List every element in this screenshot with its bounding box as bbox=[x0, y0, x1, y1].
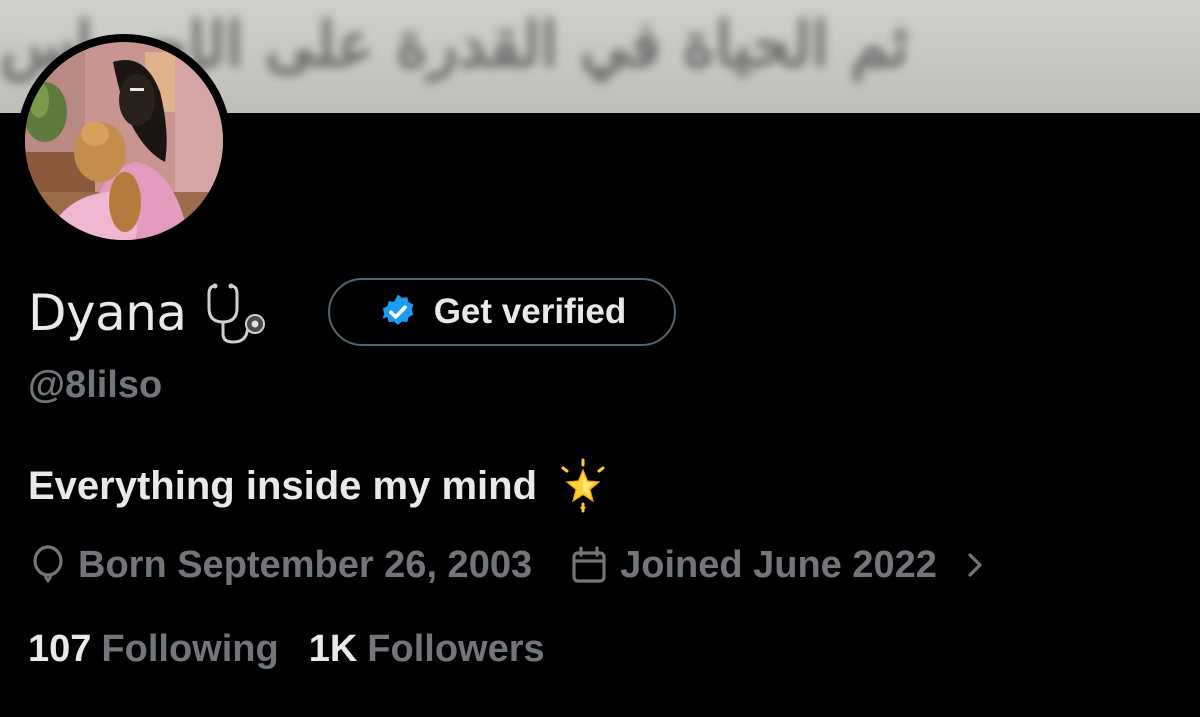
profile-page: ثم الحياة في القدرة على الإحساس Dyana Ge… bbox=[0, 0, 1200, 717]
calendar-icon bbox=[572, 546, 606, 583]
balloon-icon bbox=[33, 545, 63, 583]
get-verified-button[interactable]: Get verified bbox=[328, 278, 676, 346]
profile-meta: Born September 26, 2003 Joined June 2022 bbox=[30, 540, 985, 590]
following-label: Following bbox=[101, 628, 279, 670]
follow-stats: 107 Following 1K Followers bbox=[28, 628, 545, 671]
bio: Everything inside my mind bbox=[28, 458, 611, 514]
username-handle: @8lilso bbox=[28, 364, 163, 406]
get-verified-label: Get verified bbox=[433, 292, 627, 331]
glowing-star-icon bbox=[561, 458, 605, 513]
avatar[interactable] bbox=[17, 34, 231, 248]
joined-date[interactable]: Joined June 2022 bbox=[570, 544, 985, 587]
joined-text: Joined June 2022 bbox=[620, 543, 937, 586]
birthday: Born September 26, 2003 bbox=[30, 544, 532, 587]
followers-link[interactable]: 1K Followers bbox=[309, 628, 545, 671]
display-name: Dyana bbox=[28, 284, 187, 342]
name-row: Dyana bbox=[28, 278, 275, 348]
chevron-right-icon[interactable] bbox=[965, 549, 985, 581]
birthday-text: Born September 26, 2003 bbox=[78, 543, 533, 586]
followers-label: Followers bbox=[367, 628, 545, 670]
stethoscope-icon bbox=[207, 283, 265, 344]
followers-count: 1K bbox=[308, 628, 358, 670]
following-count: 107 bbox=[28, 628, 92, 670]
bio-text: Everything inside my mind bbox=[28, 463, 538, 508]
avatar-photo bbox=[25, 42, 223, 240]
following-link[interactable]: 107 Following bbox=[28, 628, 279, 671]
verified-badge-icon bbox=[382, 294, 414, 325]
